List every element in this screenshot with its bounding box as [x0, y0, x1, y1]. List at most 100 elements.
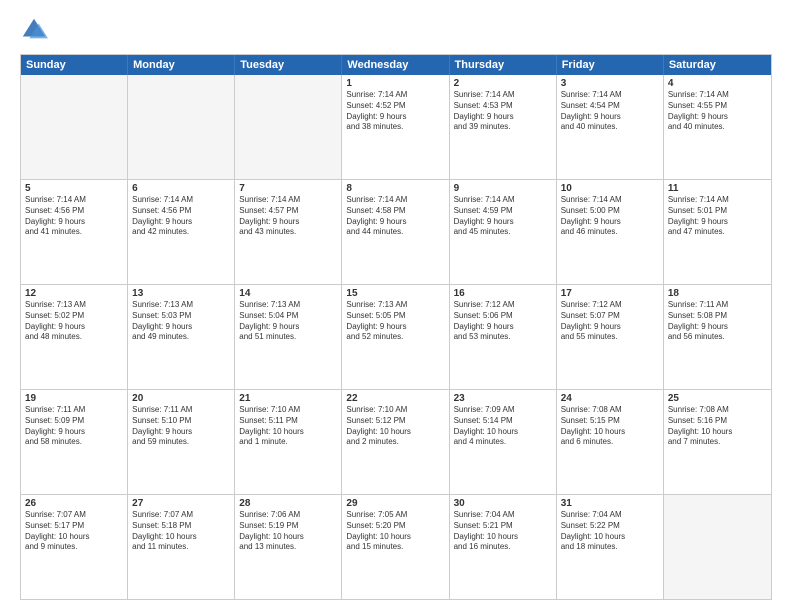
cell-info: Sunrise: 7:14 AM Sunset: 5:00 PM Dayligh…	[561, 195, 659, 238]
calendar-cell: 12Sunrise: 7:13 AM Sunset: 5:02 PM Dayli…	[21, 285, 128, 389]
cell-info: Sunrise: 7:14 AM Sunset: 4:57 PM Dayligh…	[239, 195, 337, 238]
day-number: 3	[561, 78, 659, 89]
cell-info: Sunrise: 7:04 AM Sunset: 5:21 PM Dayligh…	[454, 510, 552, 553]
calendar-cell: 29Sunrise: 7:05 AM Sunset: 5:20 PM Dayli…	[342, 495, 449, 599]
calendar-cell: 1Sunrise: 7:14 AM Sunset: 4:52 PM Daylig…	[342, 75, 449, 179]
cell-info: Sunrise: 7:07 AM Sunset: 5:17 PM Dayligh…	[25, 510, 123, 553]
calendar-cell: 21Sunrise: 7:10 AM Sunset: 5:11 PM Dayli…	[235, 390, 342, 494]
day-number: 14	[239, 288, 337, 299]
calendar-cell: 3Sunrise: 7:14 AM Sunset: 4:54 PM Daylig…	[557, 75, 664, 179]
cell-info: Sunrise: 7:14 AM Sunset: 4:58 PM Dayligh…	[346, 195, 444, 238]
calendar-cell: 19Sunrise: 7:11 AM Sunset: 5:09 PM Dayli…	[21, 390, 128, 494]
cell-info: Sunrise: 7:08 AM Sunset: 5:16 PM Dayligh…	[668, 405, 767, 448]
calendar-cell: 7Sunrise: 7:14 AM Sunset: 4:57 PM Daylig…	[235, 180, 342, 284]
cell-info: Sunrise: 7:10 AM Sunset: 5:11 PM Dayligh…	[239, 405, 337, 448]
cell-info: Sunrise: 7:09 AM Sunset: 5:14 PM Dayligh…	[454, 405, 552, 448]
cell-info: Sunrise: 7:14 AM Sunset: 4:54 PM Dayligh…	[561, 90, 659, 133]
cell-info: Sunrise: 7:13 AM Sunset: 5:05 PM Dayligh…	[346, 300, 444, 343]
calendar-cell	[128, 75, 235, 179]
weekday-header: Wednesday	[342, 55, 449, 75]
calendar-cell: 23Sunrise: 7:09 AM Sunset: 5:14 PM Dayli…	[450, 390, 557, 494]
day-number: 9	[454, 183, 552, 194]
calendar-row: 19Sunrise: 7:11 AM Sunset: 5:09 PM Dayli…	[21, 389, 771, 494]
calendar-cell: 8Sunrise: 7:14 AM Sunset: 4:58 PM Daylig…	[342, 180, 449, 284]
day-number: 21	[239, 393, 337, 404]
day-number: 10	[561, 183, 659, 194]
calendar-cell: 9Sunrise: 7:14 AM Sunset: 4:59 PM Daylig…	[450, 180, 557, 284]
calendar-row: 5Sunrise: 7:14 AM Sunset: 4:56 PM Daylig…	[21, 179, 771, 284]
weekday-header: Sunday	[21, 55, 128, 75]
day-number: 7	[239, 183, 337, 194]
cell-info: Sunrise: 7:14 AM Sunset: 4:56 PM Dayligh…	[25, 195, 123, 238]
cell-info: Sunrise: 7:12 AM Sunset: 5:06 PM Dayligh…	[454, 300, 552, 343]
day-number: 22	[346, 393, 444, 404]
cell-info: Sunrise: 7:10 AM Sunset: 5:12 PM Dayligh…	[346, 405, 444, 448]
day-number: 29	[346, 498, 444, 509]
cell-info: Sunrise: 7:11 AM Sunset: 5:08 PM Dayligh…	[668, 300, 767, 343]
calendar-cell: 26Sunrise: 7:07 AM Sunset: 5:17 PM Dayli…	[21, 495, 128, 599]
calendar-cell	[21, 75, 128, 179]
calendar-cell: 13Sunrise: 7:13 AM Sunset: 5:03 PM Dayli…	[128, 285, 235, 389]
cell-info: Sunrise: 7:05 AM Sunset: 5:20 PM Dayligh…	[346, 510, 444, 553]
day-number: 31	[561, 498, 659, 509]
cell-info: Sunrise: 7:14 AM Sunset: 4:56 PM Dayligh…	[132, 195, 230, 238]
calendar-cell: 24Sunrise: 7:08 AM Sunset: 5:15 PM Dayli…	[557, 390, 664, 494]
cell-info: Sunrise: 7:14 AM Sunset: 5:01 PM Dayligh…	[668, 195, 767, 238]
cell-info: Sunrise: 7:13 AM Sunset: 5:02 PM Dayligh…	[25, 300, 123, 343]
day-number: 25	[668, 393, 767, 404]
day-number: 19	[25, 393, 123, 404]
calendar-cell: 27Sunrise: 7:07 AM Sunset: 5:18 PM Dayli…	[128, 495, 235, 599]
day-number: 27	[132, 498, 230, 509]
calendar-cell	[664, 495, 771, 599]
calendar-row: 12Sunrise: 7:13 AM Sunset: 5:02 PM Dayli…	[21, 284, 771, 389]
calendar-cell: 14Sunrise: 7:13 AM Sunset: 5:04 PM Dayli…	[235, 285, 342, 389]
cell-info: Sunrise: 7:07 AM Sunset: 5:18 PM Dayligh…	[132, 510, 230, 553]
day-number: 20	[132, 393, 230, 404]
day-number: 17	[561, 288, 659, 299]
calendar-cell: 15Sunrise: 7:13 AM Sunset: 5:05 PM Dayli…	[342, 285, 449, 389]
cell-info: Sunrise: 7:12 AM Sunset: 5:07 PM Dayligh…	[561, 300, 659, 343]
day-number: 15	[346, 288, 444, 299]
weekday-header: Saturday	[664, 55, 771, 75]
calendar-cell: 22Sunrise: 7:10 AM Sunset: 5:12 PM Dayli…	[342, 390, 449, 494]
calendar-cell	[235, 75, 342, 179]
calendar-cell: 20Sunrise: 7:11 AM Sunset: 5:10 PM Dayli…	[128, 390, 235, 494]
day-number: 2	[454, 78, 552, 89]
calendar-cell: 10Sunrise: 7:14 AM Sunset: 5:00 PM Dayli…	[557, 180, 664, 284]
day-number: 4	[668, 78, 767, 89]
day-number: 26	[25, 498, 123, 509]
cell-info: Sunrise: 7:08 AM Sunset: 5:15 PM Dayligh…	[561, 405, 659, 448]
cell-info: Sunrise: 7:14 AM Sunset: 4:59 PM Dayligh…	[454, 195, 552, 238]
day-number: 13	[132, 288, 230, 299]
day-number: 28	[239, 498, 337, 509]
calendar-cell: 6Sunrise: 7:14 AM Sunset: 4:56 PM Daylig…	[128, 180, 235, 284]
logo	[20, 16, 52, 44]
day-number: 12	[25, 288, 123, 299]
calendar-row: 26Sunrise: 7:07 AM Sunset: 5:17 PM Dayli…	[21, 494, 771, 599]
calendar: SundayMondayTuesdayWednesdayThursdayFrid…	[20, 54, 772, 600]
calendar-row: 1Sunrise: 7:14 AM Sunset: 4:52 PM Daylig…	[21, 75, 771, 179]
calendar-cell: 17Sunrise: 7:12 AM Sunset: 5:07 PM Dayli…	[557, 285, 664, 389]
day-number: 1	[346, 78, 444, 89]
cell-info: Sunrise: 7:11 AM Sunset: 5:10 PM Dayligh…	[132, 405, 230, 448]
calendar-cell: 31Sunrise: 7:04 AM Sunset: 5:22 PM Dayli…	[557, 495, 664, 599]
weekday-header: Monday	[128, 55, 235, 75]
calendar-cell: 16Sunrise: 7:12 AM Sunset: 5:06 PM Dayli…	[450, 285, 557, 389]
weekday-header: Tuesday	[235, 55, 342, 75]
cell-info: Sunrise: 7:14 AM Sunset: 4:55 PM Dayligh…	[668, 90, 767, 133]
calendar-cell: 28Sunrise: 7:06 AM Sunset: 5:19 PM Dayli…	[235, 495, 342, 599]
day-number: 24	[561, 393, 659, 404]
cell-info: Sunrise: 7:14 AM Sunset: 4:53 PM Dayligh…	[454, 90, 552, 133]
calendar-cell: 30Sunrise: 7:04 AM Sunset: 5:21 PM Dayli…	[450, 495, 557, 599]
cell-info: Sunrise: 7:13 AM Sunset: 5:03 PM Dayligh…	[132, 300, 230, 343]
day-number: 23	[454, 393, 552, 404]
calendar-cell: 11Sunrise: 7:14 AM Sunset: 5:01 PM Dayli…	[664, 180, 771, 284]
day-number: 18	[668, 288, 767, 299]
cell-info: Sunrise: 7:04 AM Sunset: 5:22 PM Dayligh…	[561, 510, 659, 553]
cell-info: Sunrise: 7:06 AM Sunset: 5:19 PM Dayligh…	[239, 510, 337, 553]
calendar-body: 1Sunrise: 7:14 AM Sunset: 4:52 PM Daylig…	[21, 75, 771, 599]
day-number: 5	[25, 183, 123, 194]
day-number: 16	[454, 288, 552, 299]
cell-info: Sunrise: 7:14 AM Sunset: 4:52 PM Dayligh…	[346, 90, 444, 133]
day-number: 11	[668, 183, 767, 194]
